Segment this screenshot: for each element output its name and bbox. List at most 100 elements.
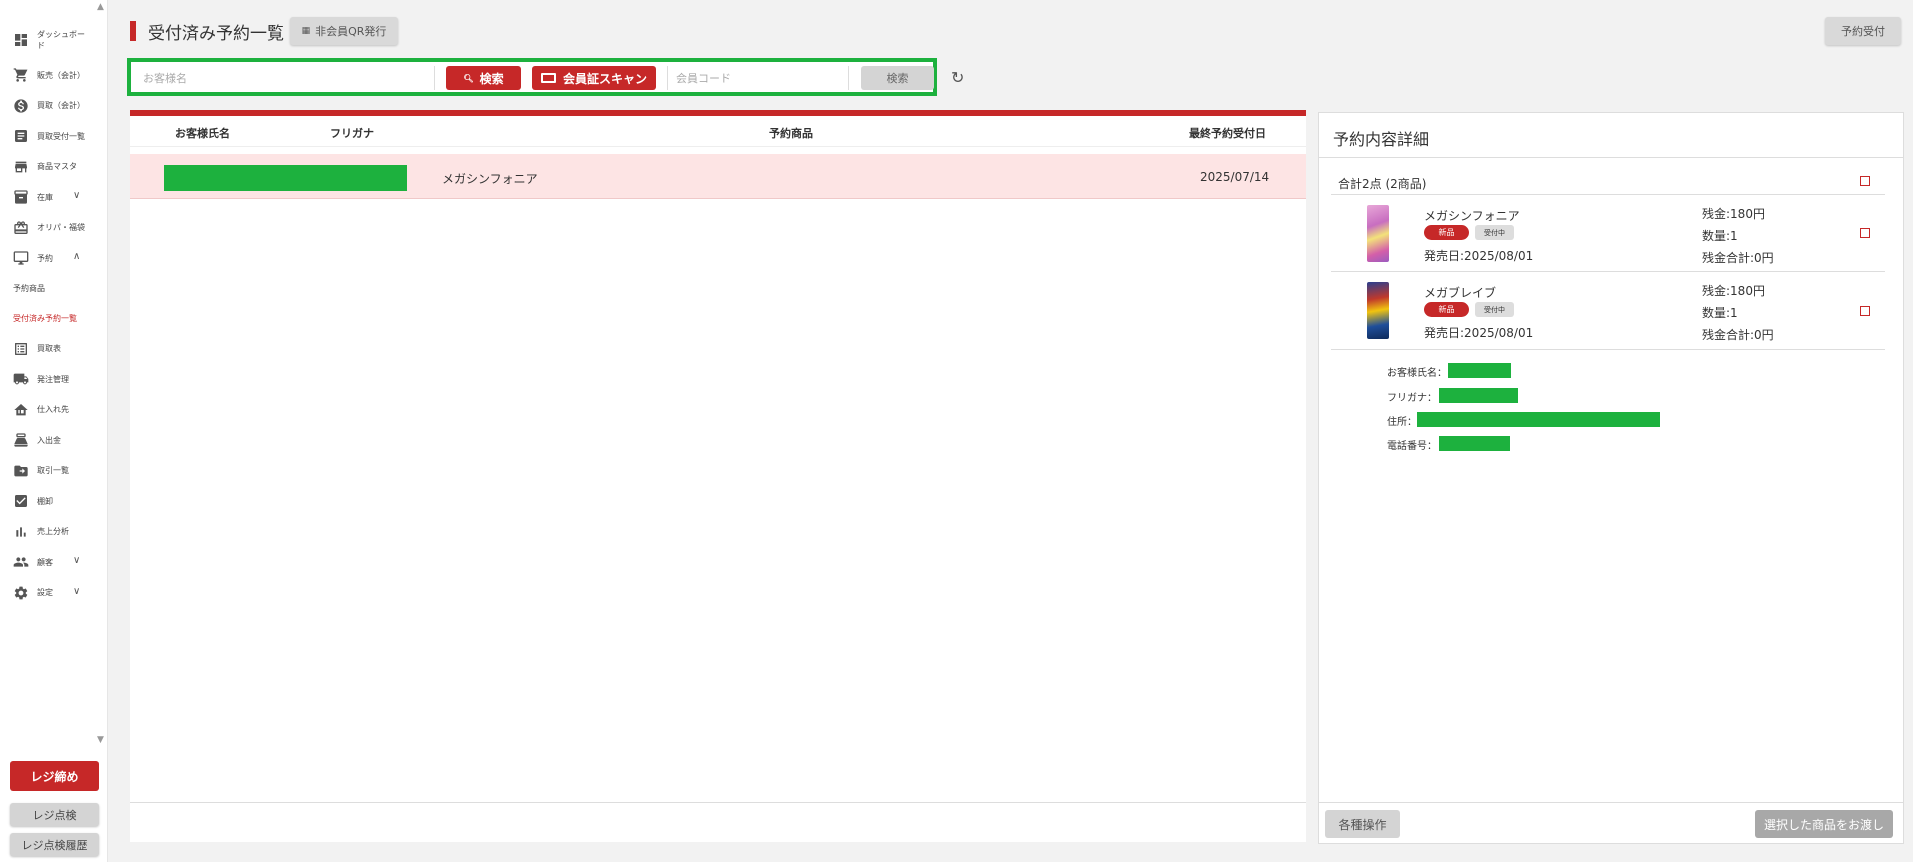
sidebar-subitem-accepted-reservations[interactable]: 受付済み予約一覧 xyxy=(0,304,100,334)
divider xyxy=(1331,349,1885,350)
customer-name-input[interactable] xyxy=(135,66,435,90)
sidebar-item-label: ダッシュボード xyxy=(37,30,85,50)
register-check-button[interactable]: レジ点検 xyxy=(10,803,99,826)
sidebar-item-dashboard[interactable]: ダッシュボード xyxy=(0,20,100,60)
redacted-phone xyxy=(1439,436,1510,451)
member-card-scan-label: 会員証スキャン xyxy=(562,71,647,86)
member-code-search-button[interactable]: 検索 xyxy=(861,66,934,90)
scroll-down-icon[interactable]: ▼ xyxy=(97,735,104,745)
gift-icon xyxy=(13,220,29,236)
item-balance: 残金:180円 xyxy=(1702,207,1765,221)
list-icon xyxy=(13,341,29,357)
item-name: メガブレイブ xyxy=(1424,286,1497,300)
chart-icon xyxy=(13,524,29,540)
redacted-address xyxy=(1417,412,1660,427)
member-code-input[interactable] xyxy=(667,66,849,90)
operations-button[interactable]: 各種操作 xyxy=(1325,810,1400,838)
sidebar-item-label: 設定 xyxy=(37,588,53,598)
chevron-down-icon[interactable]: ∨ xyxy=(73,586,80,597)
scroll-up-icon[interactable]: ▲ xyxy=(97,2,104,12)
sidebar-item-oripa[interactable]: オリパ・福袋 xyxy=(0,213,100,244)
member-card-scan-button[interactable]: 会員証スキャン xyxy=(532,66,656,90)
table-footer-divider xyxy=(130,802,1306,803)
item-release-date: 発売日:2025/08/01 xyxy=(1424,249,1534,263)
sidebar-item-label: 入出金 xyxy=(37,435,61,445)
redacted-furigana xyxy=(1439,388,1518,403)
detail-total: 合計2点 (2商品) xyxy=(1338,177,1427,191)
sidebar-item-reservation[interactable]: 予約 ∧ xyxy=(0,243,100,274)
item-balance-total: 残金合計:0円 xyxy=(1702,328,1774,342)
accept-reservation-button[interactable]: 予約受付 xyxy=(1825,17,1901,45)
sidebar-item-suppliers[interactable]: 仕入れ先 xyxy=(0,395,100,426)
sidebar-nav: ダッシュボード 販売（会計） 買取（会計） 買取受付一覧 商品マスタ 在庫 ∨ … xyxy=(0,20,100,608)
chevron-up-icon[interactable]: ∧ xyxy=(73,251,80,262)
reservation-detail-panel: 予約内容詳細 合計2点 (2商品) メガシンフォニア 新品 受付中 発売日:20… xyxy=(1318,112,1904,844)
sidebar-item-purchase[interactable]: 買取（会計） xyxy=(0,91,100,122)
sidebar-item-label: 買取表 xyxy=(37,344,61,354)
column-header-reserved-product: 予約商品 xyxy=(769,127,813,140)
title-accent-bar xyxy=(130,21,136,41)
non-member-qr-label: 非会員QR発行 xyxy=(315,25,387,38)
search-button[interactable]: 🔍︎ 検索 xyxy=(446,66,521,90)
sidebar-item-sales[interactable]: 販売（会計） xyxy=(0,60,100,91)
chevron-down-icon[interactable]: ∨ xyxy=(73,190,80,201)
item-quantity: 数量:1 xyxy=(1702,229,1738,243)
store-icon xyxy=(13,159,29,175)
sidebar-item-label: 仕入れ先 xyxy=(37,405,69,415)
badge-new: 新品 xyxy=(1424,225,1469,240)
sidebar-item-sales-analysis[interactable]: 売上分析 xyxy=(0,517,100,548)
select-all-checkbox[interactable] xyxy=(1860,176,1870,186)
sidebar-item-label: オリパ・福袋 xyxy=(37,223,85,233)
search-bar: 🔍︎ 検索 会員証スキャン 検索 xyxy=(127,58,937,96)
divider xyxy=(1319,802,1903,803)
sidebar-item-purchase-list[interactable]: 買取受付一覧 xyxy=(0,121,100,152)
sidebar-item-product-master[interactable]: 商品マスタ xyxy=(0,152,100,183)
item-balance: 残金:180円 xyxy=(1702,284,1765,298)
register-check-history-button[interactable]: レジ点検履歴 xyxy=(10,833,99,856)
phone-label: 電話番号： xyxy=(1387,441,1437,452)
row-date: 2025/07/14 xyxy=(1200,170,1270,184)
search-icon: 🔍︎ xyxy=(463,73,474,83)
detail-title: 予約内容詳細 xyxy=(1333,130,1430,149)
item-checkbox[interactable] xyxy=(1860,306,1870,316)
sidebar-item-customers[interactable]: 顧客 ∨ xyxy=(0,547,100,578)
handover-selected-button[interactable]: 選択した商品をお渡し xyxy=(1755,810,1893,838)
column-header-furigana: フリガナ xyxy=(330,127,374,140)
dashboard-icon xyxy=(13,32,29,48)
item-pricing: 残金:180円 数量:1 残金合計:0円 xyxy=(1702,203,1774,269)
redacted-customer-name xyxy=(1448,363,1511,378)
sidebar-item-label: 発注管理 xyxy=(37,374,69,384)
sidebar-item-stocktake[interactable]: 棚卸 xyxy=(0,486,100,517)
sidebar-item-purchase-table[interactable]: 買取表 xyxy=(0,334,100,365)
qr-icon: ▦ xyxy=(301,26,311,36)
non-member-qr-button[interactable]: ▦ 非会員QR発行 xyxy=(290,17,398,45)
refresh-icon[interactable]: ↻ xyxy=(951,68,964,87)
item-quantity: 数量:1 xyxy=(1702,306,1738,320)
sidebar-item-inventory[interactable]: 在庫 ∨ xyxy=(0,182,100,213)
gear-icon xyxy=(13,585,29,601)
sidebar-item-label: 買取受付一覧 xyxy=(37,131,85,141)
sidebar-item-label: 商品マスタ xyxy=(37,162,77,172)
badge-status: 受付中 xyxy=(1475,302,1514,317)
sidebar-item-label: 取引一覧 xyxy=(37,466,69,476)
sidebar-item-order-management[interactable]: 発注管理 xyxy=(0,364,100,395)
table-row[interactable]: メガシンフォニア 2025/07/14 xyxy=(130,154,1306,199)
cash-icon xyxy=(13,432,29,448)
sidebar-item-label: 顧客 xyxy=(37,557,53,567)
sidebar-item-settings[interactable]: 設定 ∨ xyxy=(0,578,100,609)
column-header-last-reservation-date: 最終予約受付日 xyxy=(1189,127,1266,140)
receipt-icon xyxy=(13,128,29,144)
chevron-down-icon[interactable]: ∨ xyxy=(73,555,80,566)
sidebar-item-cash-in-out[interactable]: 入出金 xyxy=(0,425,100,456)
sidebar-item-label: 売上分析 xyxy=(37,527,69,537)
sidebar-item-label: 販売（会計） xyxy=(37,70,85,80)
sidebar-item-transactions[interactable]: 取引一覧 xyxy=(0,456,100,487)
item-checkbox[interactable] xyxy=(1860,228,1870,238)
divider xyxy=(1331,194,1885,195)
product-image xyxy=(1367,282,1389,339)
dollar-icon xyxy=(13,98,29,114)
sidebar-subitem-reserved-products[interactable]: 予約商品 xyxy=(0,274,100,304)
truck-icon xyxy=(13,371,29,387)
close-register-button[interactable]: レジ締め xyxy=(10,761,99,791)
item-balance-total: 残金合計:0円 xyxy=(1702,251,1774,265)
